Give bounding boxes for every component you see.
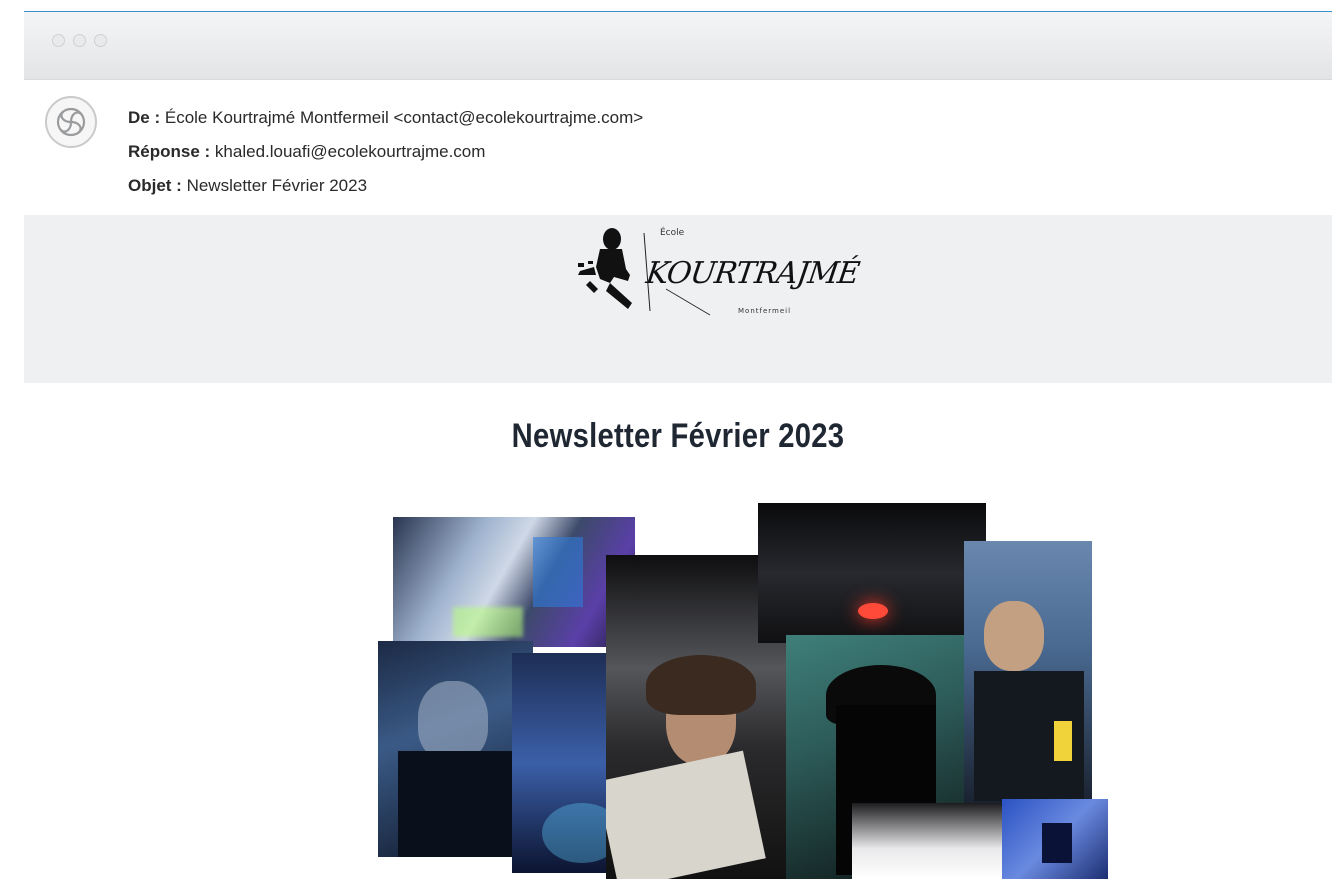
from-line: De : École Kourtrajmé Montfermeil <conta… (128, 101, 643, 135)
email-header: De : École Kourtrajmé Montfermeil <conta… (24, 80, 1332, 215)
sender-avatar (45, 96, 97, 148)
subject-line: Objet : Newsletter Février 2023 (128, 169, 643, 203)
window-titlebar (24, 12, 1332, 80)
logo-brand-text: KOURTRAJMÉ (643, 255, 862, 291)
kourtrajme-logo: École KOURTRAJMÉ Montfermeil (578, 226, 862, 316)
reply-label: Réponse : (128, 142, 211, 161)
reply-to-line: Réponse : khaled.louafi@ecolekourtrajme.… (128, 135, 643, 169)
window-controls (52, 34, 107, 47)
logo-bottom-text: Montfermeil (738, 307, 791, 315)
subject-value: Newsletter Février 2023 (186, 176, 368, 195)
email-meta: De : École Kourtrajmé Montfermeil <conta… (128, 101, 643, 203)
zoom-window-button[interactable] (94, 34, 107, 47)
logo-top-text: École (660, 226, 685, 238)
photo-collage (352, 503, 1108, 879)
reply-value[interactable]: khaled.louafi@ecolekourtrajme.com (215, 142, 486, 161)
swirl-logo-icon (56, 107, 86, 137)
from-label: De : (128, 108, 161, 127)
collage-photo-boy-right (964, 541, 1092, 803)
collage-photo-dark-room (758, 503, 986, 643)
subject-label: Objet : (128, 176, 182, 195)
collage-photo-blue-room (1002, 799, 1108, 879)
collage-photo-portrait-left (378, 641, 533, 857)
minimize-window-button[interactable] (73, 34, 86, 47)
from-value[interactable]: École Kourtrajmé Montfermeil <contact@ec… (165, 108, 643, 127)
logo-banner: École KOURTRAJMÉ Montfermeil (24, 215, 1332, 383)
close-window-button[interactable] (52, 34, 65, 47)
mail-window: De : École Kourtrajmé Montfermeil <conta… (24, 12, 1332, 879)
newsletter-title: Newsletter Février 2023 (511, 417, 845, 455)
collage-photo-white-tee (852, 803, 1012, 879)
collage-photo-window (393, 517, 635, 647)
